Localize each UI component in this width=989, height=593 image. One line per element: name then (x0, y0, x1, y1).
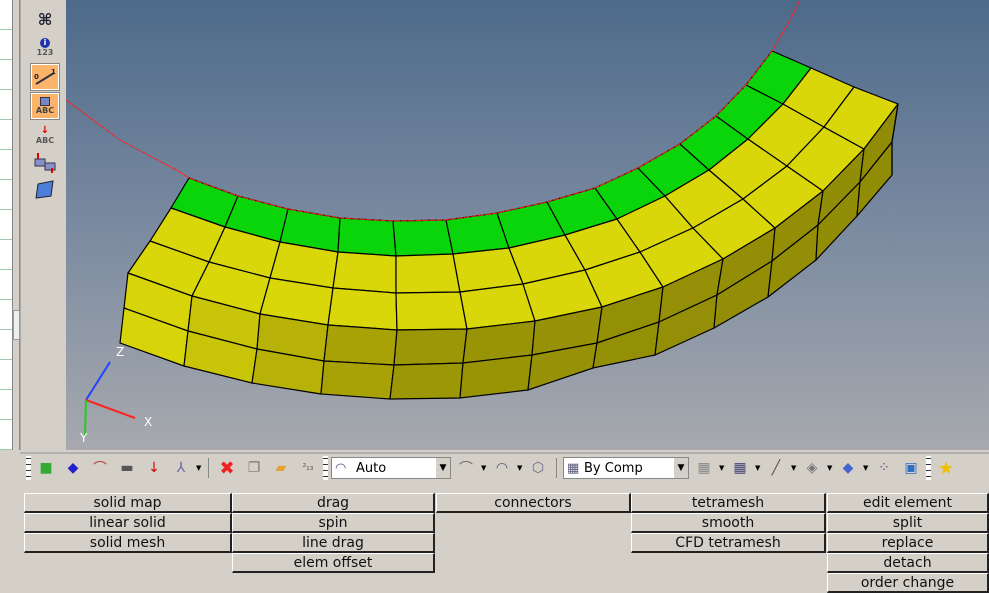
solid-cube-icon[interactable]: ⬡ (526, 456, 550, 480)
top-face-element (332, 251, 397, 294)
chevron-down-icon[interactable]: ▼ (791, 464, 797, 472)
renumber-icon[interactable]: ²₁₃ (296, 456, 320, 480)
drag-button[interactable]: drag (232, 493, 435, 513)
thickness-icon[interactable]: ▬ (115, 456, 139, 480)
component-folder-icon[interactable]: ◆ (61, 456, 85, 480)
solid-mesh-button[interactable]: solid mesh (24, 533, 232, 553)
solid-map-button[interactable]: solid map (24, 493, 232, 513)
chevron-down-icon[interactable]: ▼ (481, 464, 487, 472)
separator (208, 458, 209, 478)
graphics-viewport[interactable]: Z X Y (65, 0, 989, 450)
smooth-button[interactable]: smooth (631, 513, 826, 533)
geometry-color-value: Auto (356, 460, 387, 476)
top-face-element (327, 287, 398, 331)
axis-label-y: Y (79, 431, 88, 445)
axis-label-z: Z (116, 345, 124, 359)
shaded-elements-icon[interactable]: ▦ (728, 456, 752, 480)
axis-label-x: X (144, 415, 152, 429)
connectors-button[interactable]: connectors (436, 493, 631, 513)
element-color-select[interactable]: ▦ By Comp ▼ (563, 457, 689, 479)
spin-button[interactable]: spin (232, 513, 435, 533)
properties-folder-icon[interactable]: ⌒ (88, 456, 112, 480)
display-monitor-icon[interactable]: ▣ (899, 456, 923, 480)
main-toolbar: ■ ◆ ⌒ ▬ ↓ ⅄ ▼ ✖ ❐ ▰ ²₁₃ ◠ Auto ▼ ⌒ ▼ ◠ ▼ ⬡ ▦ B… (20, 452, 989, 482)
wireframe-elements-icon[interactable]: ▦ (692, 456, 716, 480)
chevron-down-icon[interactable]: ▼ (863, 464, 869, 472)
cfd-tetramesh-button[interactable]: CFD tetramesh (631, 533, 826, 553)
toolbar-grip-2[interactable] (323, 456, 328, 480)
elem-offset-button[interactable]: elem offset (232, 553, 435, 573)
delete-icon[interactable]: ✖ (215, 456, 239, 480)
3d-elements-icon[interactable]: ◆ (836, 456, 860, 480)
replace-button[interactable]: replace (827, 533, 989, 553)
detach-button[interactable]: detach (827, 553, 989, 573)
1d-elements-icon[interactable]: ╱ (764, 456, 788, 480)
star-icon[interactable]: ★ (934, 456, 958, 480)
order-change-button[interactable]: order change (827, 573, 989, 593)
side-face-element (320, 360, 395, 400)
chevron-down-icon[interactable]: ▼ (436, 458, 450, 478)
side-face-element (393, 328, 468, 366)
top-face-element (395, 291, 468, 331)
geometry-wireframe-icon[interactable]: ⌒ (454, 456, 478, 480)
linear-solid-button[interactable]: linear solid (24, 513, 232, 533)
3d-panel: solid map linear solid solid mesh drag spin l… (0, 482, 989, 593)
toolbar-grip-3[interactable] (926, 456, 931, 480)
chevron-down-icon[interactable]: ▼ (755, 464, 761, 472)
side-face-element (323, 324, 398, 366)
element-color-value: By Comp (584, 460, 643, 476)
split-button[interactable]: split (827, 513, 989, 533)
edit-element-button[interactable]: edit element (827, 493, 989, 513)
top-face-element (395, 253, 461, 294)
2d-elements-icon[interactable]: ◈ (800, 456, 824, 480)
geometry-color-select[interactable]: ◠ Auto ▼ (331, 457, 451, 479)
line-drag-button[interactable]: line drag (232, 533, 435, 553)
top-face-element (392, 219, 454, 257)
components-icon[interactable]: ■ (34, 456, 58, 480)
chevron-down-icon[interactable]: ▼ (674, 458, 688, 478)
chevron-down-icon[interactable]: ▼ (827, 464, 833, 472)
chevron-down-icon[interactable]: ▼ (719, 464, 725, 472)
chevron-down-icon[interactable]: ▼ (196, 464, 202, 472)
mesh-model: Z X Y (65, 0, 899, 445)
axis-x (85, 399, 136, 419)
systems-icon[interactable]: ⅄ (169, 456, 193, 480)
axis-z (85, 361, 111, 401)
chevron-down-icon[interactable]: ▼ (517, 464, 523, 472)
duplicate-icon[interactable]: ❐ (242, 456, 266, 480)
load-collector-icon[interactable]: ↓ (142, 456, 166, 480)
side-face-element (389, 362, 464, 400)
geometry-shaded-icon[interactable]: ◠ (490, 456, 514, 480)
toolbar-grip[interactable] (26, 456, 31, 480)
organize-icon[interactable]: ▰ (269, 456, 293, 480)
tetramesh-button[interactable]: tetramesh (631, 493, 826, 513)
shrink-icon[interactable]: ⁘ (872, 456, 896, 480)
separator (556, 458, 557, 478)
top-face-element (337, 217, 397, 257)
